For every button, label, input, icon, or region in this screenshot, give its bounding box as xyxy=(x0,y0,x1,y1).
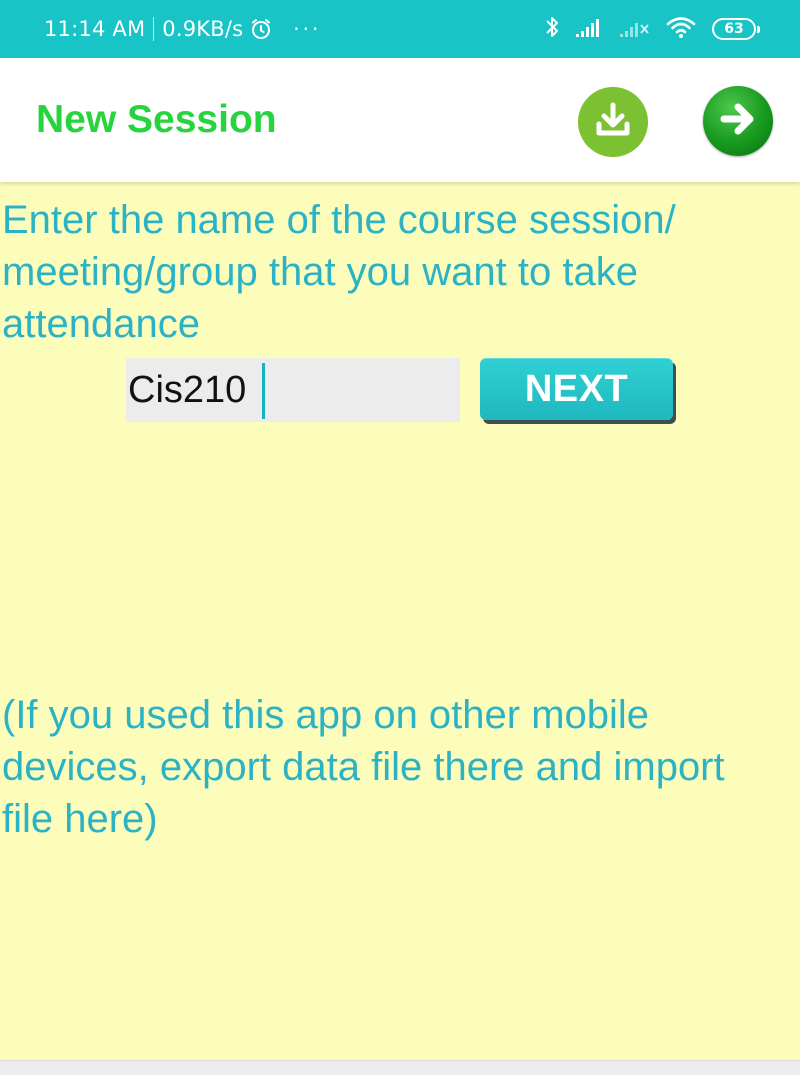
wifi-icon xyxy=(666,15,696,44)
status-left: 11:14 AM 0.9KB/s ··· xyxy=(44,0,321,58)
arrow-right-icon xyxy=(716,97,760,146)
text-cursor xyxy=(262,363,265,419)
status-right: 63 xyxy=(544,0,760,58)
battery-icon: 63 xyxy=(712,18,760,40)
signal-icon xyxy=(576,16,604,43)
session-name-input[interactable] xyxy=(126,358,460,422)
status-bar: 11:14 AM 0.9KB/s ··· 63 xyxy=(0,0,800,58)
next-button[interactable]: NEXT xyxy=(480,358,673,420)
more-dots-icon: ··· xyxy=(293,17,322,41)
status-network-speed: 0.9KB/s xyxy=(162,17,244,41)
bluetooth-icon xyxy=(544,14,560,45)
import-download-icon xyxy=(591,98,635,147)
status-time: 11:14 AM xyxy=(44,17,146,41)
forward-button[interactable] xyxy=(703,86,773,156)
signal-no-service-icon xyxy=(620,16,650,43)
import-hint-text: (If you used this app on other mobile de… xyxy=(2,693,725,841)
app-bar: New Session xyxy=(0,58,800,182)
alarm-icon xyxy=(249,17,273,41)
status-divider xyxy=(153,17,155,41)
main-content: Enter the name of the course session/ me… xyxy=(0,182,800,1060)
page-title: New Session xyxy=(36,98,277,141)
bottom-edge xyxy=(0,1060,800,1075)
session-prompt-text: Enter the name of the course session/ me… xyxy=(2,198,676,346)
import-button[interactable] xyxy=(578,87,648,157)
